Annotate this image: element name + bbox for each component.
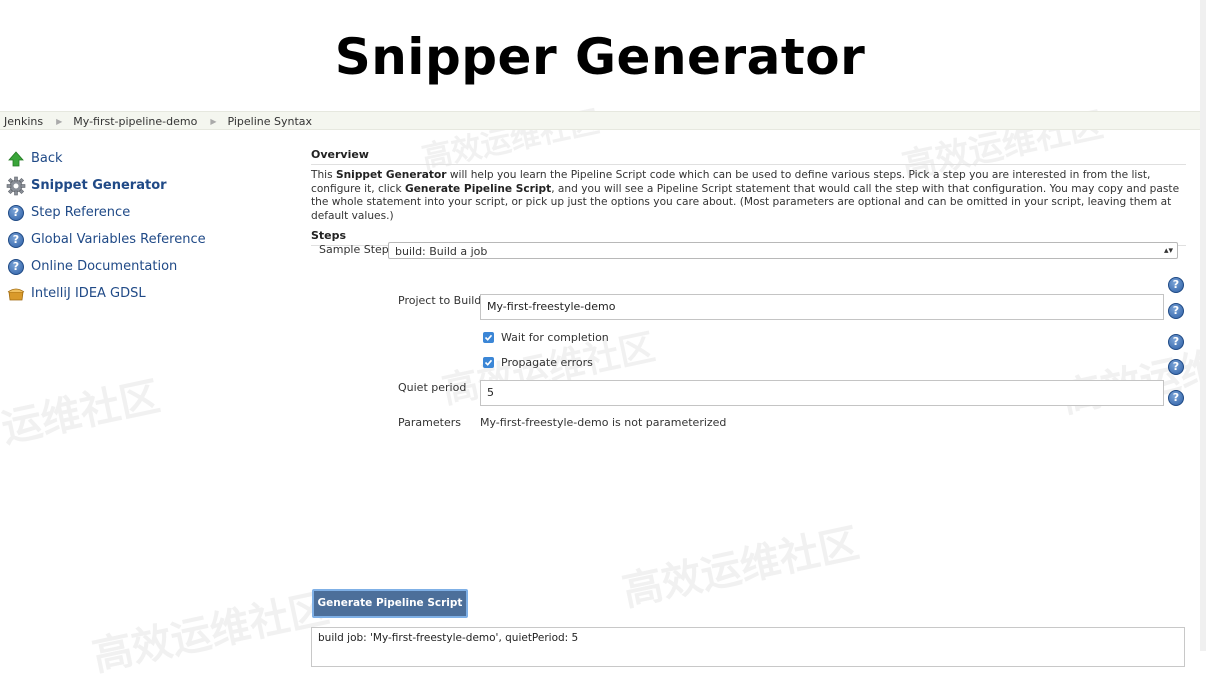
overview-heading: Overview — [311, 148, 1186, 165]
sidebar-item-intellij-gdsl[interactable]: IntelliJ IDEA GDSL — [6, 280, 276, 307]
sidebar-item-snippet-generator[interactable]: Snippet Generator — [6, 172, 276, 199]
project-to-build-label: Project to Build — [398, 294, 482, 307]
sidebar-item-step-reference[interactable]: ? Step Reference — [6, 199, 276, 226]
help-icon: ? — [6, 257, 26, 277]
chevron-right-icon: ▶ — [210, 117, 217, 126]
breadcrumb: Jenkins ▶ My-first-pipeline-demo ▶ Pipeline … — [0, 111, 1200, 130]
page-title: Snipper Generator — [334, 28, 866, 86]
package-icon — [6, 284, 26, 304]
wait-for-completion-label: Wait for completion — [501, 331, 609, 344]
help-icon[interactable]: ? — [1168, 330, 1184, 350]
breadcrumb-jenkins[interactable]: Jenkins — [4, 112, 43, 131]
help-icon: ? — [6, 230, 26, 250]
sidebar-item-back[interactable]: Back — [6, 145, 276, 172]
quiet-period-input[interactable]: 5 — [480, 380, 1164, 406]
sample-step-select[interactable]: build: Build a job ▴▾ — [388, 242, 1178, 259]
generate-pipeline-script-button[interactable]: Generate Pipeline Script — [312, 589, 468, 618]
propagate-errors-checkbox[interactable] — [483, 357, 494, 368]
watermark: 运维社区 — [0, 373, 164, 453]
parameters-label: Parameters — [398, 416, 461, 429]
breadcrumb-pipeline-syntax[interactable]: Pipeline Syntax — [227, 112, 312, 131]
main-content: Overview This Snippet Generator will hel… — [311, 148, 1186, 246]
help-icon: ? — [6, 203, 26, 223]
select-arrows-icon: ▴▾ — [1163, 246, 1173, 256]
help-icon[interactable]: ? — [1168, 273, 1184, 293]
generated-script-output[interactable]: build job: 'My-first-freestyle-demo', qu… — [311, 627, 1185, 667]
project-to-build-input[interactable]: My-first-freestyle-demo — [480, 294, 1164, 320]
sidebar: Back Snippet Generator ? Step Reference … — [6, 145, 276, 307]
breadcrumb-pipeline[interactable]: My-first-pipeline-demo — [73, 112, 197, 131]
overview-description: This Snippet Generator will help you lea… — [311, 169, 1180, 222]
sample-step-label: Sample Step — [319, 243, 389, 256]
scrollbar-track[interactable] — [1200, 0, 1206, 651]
up-arrow-icon — [6, 149, 26, 169]
sidebar-item-global-variables[interactable]: ? Global Variables Reference — [6, 226, 276, 253]
propagate-errors-label: Propagate errors — [501, 356, 593, 369]
watermark: 高效运维社区 — [88, 585, 333, 681]
help-icon[interactable]: ? — [1168, 299, 1184, 319]
parameters-value: My-first-freestyle-demo is not parameter… — [480, 416, 727, 429]
help-icon[interactable]: ? — [1168, 355, 1184, 375]
wait-for-completion-checkbox[interactable] — [483, 332, 494, 343]
chevron-right-icon: ▶ — [56, 117, 63, 126]
quiet-period-label: Quiet period — [398, 381, 467, 394]
help-icon[interactable]: ? — [1168, 386, 1184, 406]
gear-icon — [6, 176, 26, 196]
sidebar-item-online-docs[interactable]: ? Online Documentation — [6, 253, 276, 280]
watermark: 高效运维社区 — [618, 520, 863, 616]
